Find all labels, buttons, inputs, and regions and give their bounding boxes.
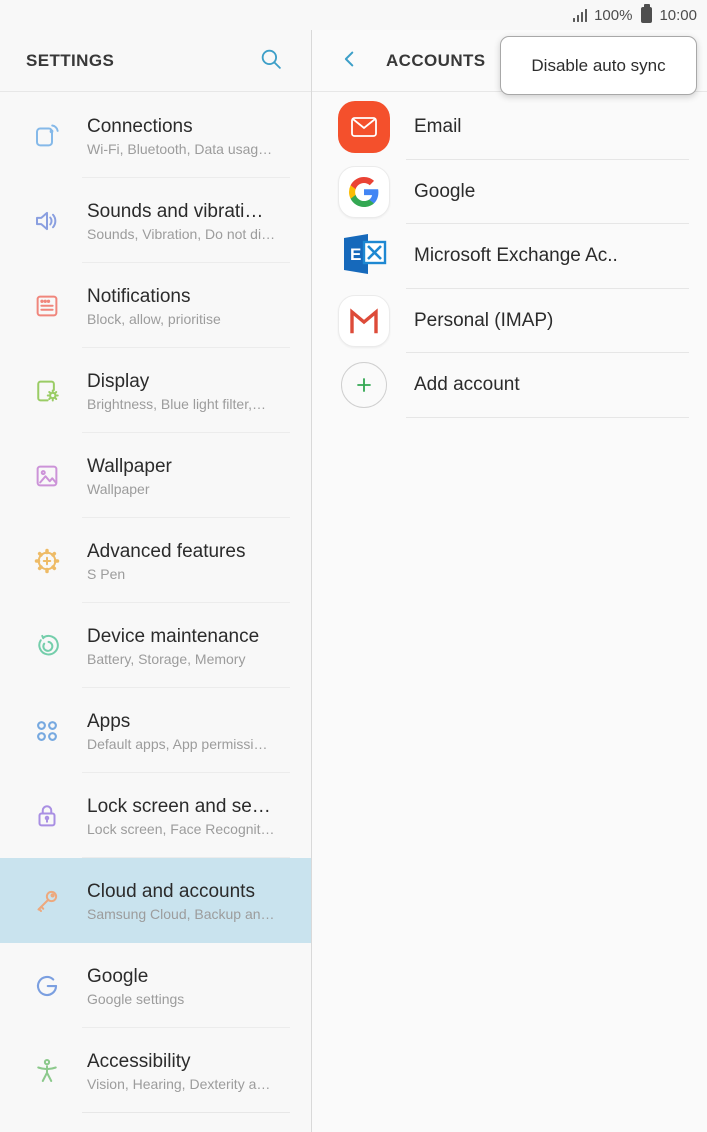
item-subtitle: Wi-Fi, Bluetooth, Data usag… bbox=[87, 140, 273, 157]
sidebar-item-google[interactable]: Google Google settings bbox=[0, 943, 311, 1028]
item-subtitle: Block, allow, prioritise bbox=[87, 310, 221, 327]
google-icon bbox=[338, 165, 390, 218]
account-label: Email bbox=[414, 116, 462, 138]
item-subtitle: Samsung Cloud, Backup an… bbox=[87, 905, 275, 922]
sidebar-item-notifications[interactable]: Notifications Block, allow, prioritise bbox=[0, 263, 311, 348]
display-icon bbox=[31, 375, 63, 407]
item-title: Advanced features bbox=[87, 540, 246, 562]
item-title: Sounds and vibrati… bbox=[87, 200, 264, 222]
settings-header: SETTINGS bbox=[0, 30, 311, 92]
sidebar-item-advanced-features[interactable]: Advanced features S Pen bbox=[0, 518, 311, 603]
item-title: Lock screen and se… bbox=[87, 795, 271, 817]
device-maintenance-icon bbox=[31, 630, 63, 662]
item-subtitle: Lock screen, Face Recognit… bbox=[87, 820, 275, 837]
item-subtitle: Brightness, Blue light filter,… bbox=[87, 395, 266, 412]
search-button[interactable] bbox=[255, 45, 287, 77]
key-icon bbox=[31, 885, 63, 917]
sidebar-item-wallpaper[interactable]: Wallpaper Wallpaper bbox=[0, 433, 311, 518]
accounts-title: ACCOUNTS bbox=[386, 50, 486, 70]
item-subtitle: Battery, Storage, Memory bbox=[87, 650, 246, 667]
google-g-icon bbox=[31, 970, 63, 1002]
apps-icon bbox=[31, 715, 63, 747]
lock-icon bbox=[31, 800, 63, 832]
settings-pane: SETTINGS Connections Wi-Fi, Bluetooth, D… bbox=[0, 30, 311, 1132]
wallpaper-icon bbox=[31, 460, 63, 492]
item-subtitle: Google settings bbox=[87, 990, 185, 1007]
clock-text: 10:00 bbox=[659, 6, 697, 24]
back-button[interactable] bbox=[334, 45, 366, 77]
battery-percent-text: 100% bbox=[594, 6, 633, 24]
advanced-features-icon bbox=[31, 545, 63, 577]
add-account-icon bbox=[341, 362, 387, 409]
account-item-google[interactable]: Google bbox=[312, 160, 707, 224]
signal-strength-icon bbox=[572, 8, 588, 22]
item-title: Device maintenance bbox=[87, 625, 260, 647]
sidebar-item-apps[interactable]: Apps Default apps, App permissi… bbox=[0, 688, 311, 773]
account-label: Microsoft Exchange Ac.. bbox=[414, 245, 618, 267]
accessibility-icon bbox=[31, 1055, 63, 1087]
item-subtitle: Sounds, Vibration, Do not di… bbox=[87, 225, 276, 242]
account-label: Google bbox=[414, 180, 476, 202]
back-chevron-icon bbox=[339, 48, 361, 73]
sidebar-item-accessibility[interactable]: Accessibility Vision, Hearing, Dexterity… bbox=[0, 1028, 311, 1113]
settings-screen: 100% 10:00 SETTINGS Connections Wi-Fi, B… bbox=[0, 0, 707, 1132]
status-bar: 100% 10:00 bbox=[0, 0, 707, 30]
account-item-email[interactable]: Email bbox=[312, 95, 707, 160]
settings-title: SETTINGS bbox=[26, 50, 115, 70]
sidebar-item-sounds[interactable]: Sounds and vibrati… Sounds, Vibration, D… bbox=[0, 178, 311, 263]
settings-list: Connections Wi-Fi, Bluetooth, Data usag…… bbox=[0, 93, 311, 1113]
sidebar-item-display[interactable]: Display Brightness, Blue light filter,… bbox=[0, 348, 311, 433]
list-divider bbox=[406, 416, 689, 418]
account-label: Personal (IMAP) bbox=[414, 309, 554, 331]
accounts-list: Email Google E Microsoft Exchange Ac.. P… bbox=[312, 95, 707, 418]
disable-auto-sync-label: Disable auto sync bbox=[531, 55, 666, 75]
account-item-personal-imap[interactable]: Personal (IMAP) bbox=[312, 289, 707, 353]
account-item-add-account[interactable]: Add account bbox=[312, 353, 707, 418]
item-title: Cloud and accounts bbox=[87, 880, 255, 902]
gmail-icon bbox=[338, 294, 390, 347]
item-subtitle: Wallpaper bbox=[87, 480, 150, 497]
item-subtitle: Default apps, App permissi… bbox=[87, 735, 268, 752]
item-subtitle: Vision, Hearing, Dexterity a… bbox=[87, 1075, 271, 1092]
search-icon bbox=[258, 46, 284, 75]
connections-icon bbox=[31, 120, 63, 152]
item-subtitle: S Pen bbox=[87, 565, 126, 582]
account-label: Add account bbox=[414, 374, 520, 396]
item-title: Notifications bbox=[87, 285, 191, 307]
notifications-icon bbox=[31, 290, 63, 322]
email-icon bbox=[338, 101, 390, 154]
account-item-exchange[interactable]: E Microsoft Exchange Ac.. bbox=[312, 224, 707, 289]
sidebar-item-cloud-and-accounts[interactable]: Cloud and accounts Samsung Cloud, Backup… bbox=[0, 858, 311, 943]
sidebar-item-device-maintenance[interactable]: Device maintenance Battery, Storage, Mem… bbox=[0, 603, 311, 688]
sidebar-item-connections[interactable]: Connections Wi-Fi, Bluetooth, Data usag… bbox=[0, 93, 311, 178]
item-title: Apps bbox=[87, 710, 131, 732]
exchange-icon: E bbox=[338, 231, 390, 282]
battery-icon bbox=[641, 4, 653, 23]
sound-icon bbox=[31, 205, 63, 237]
svg-text:E: E bbox=[350, 245, 361, 264]
item-title: Google bbox=[87, 965, 149, 987]
accounts-pane: ACCOUNTS Email Google E Microsoft Exchan… bbox=[312, 30, 707, 1132]
disable-auto-sync-menu-item[interactable]: Disable auto sync bbox=[500, 36, 697, 95]
list-divider bbox=[82, 1112, 290, 1113]
sidebar-item-lock-screen-security[interactable]: Lock screen and se… Lock screen, Face Re… bbox=[0, 773, 311, 858]
item-title: Connections bbox=[87, 115, 193, 137]
item-title: Accessibility bbox=[87, 1050, 191, 1072]
item-title: Wallpaper bbox=[87, 455, 172, 477]
item-title: Display bbox=[87, 370, 150, 392]
